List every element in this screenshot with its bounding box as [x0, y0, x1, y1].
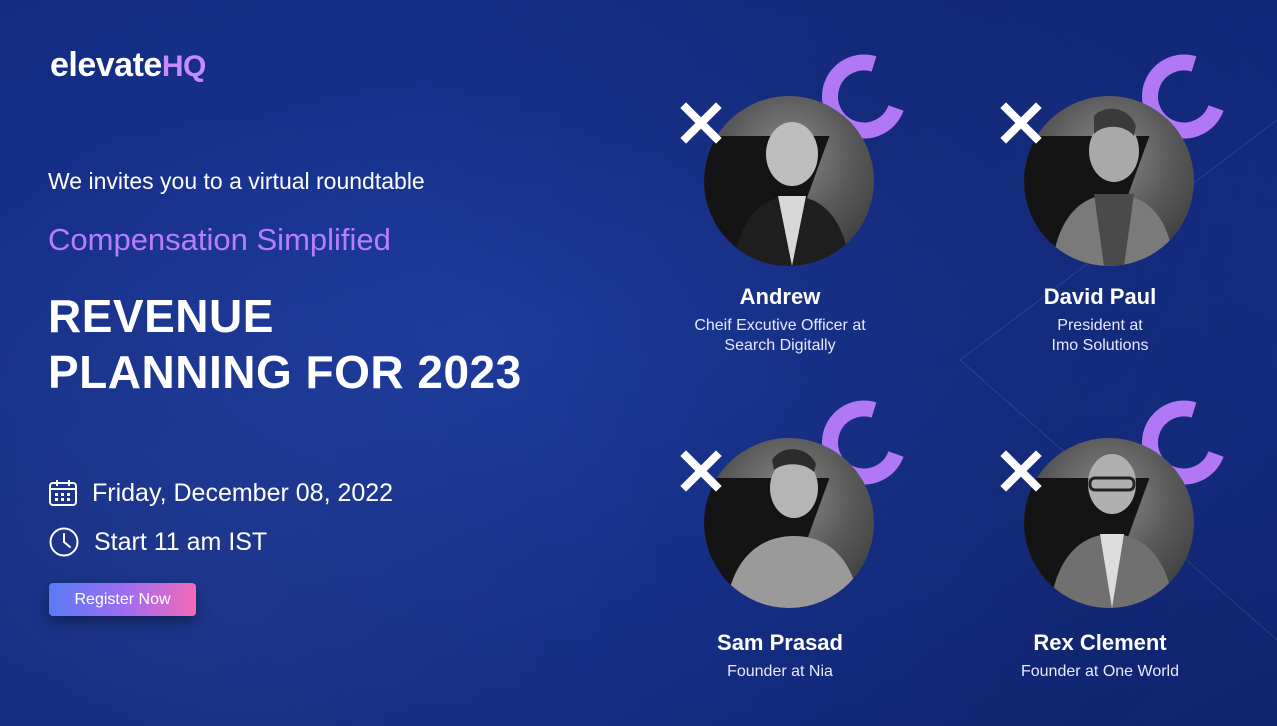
speaker-photo-frame: [660, 54, 904, 296]
clock-icon: [49, 527, 79, 557]
person-silhouette: [1050, 454, 1174, 608]
logo-main-text: elevate: [50, 46, 162, 84]
invite-text: We invites you to a virtual roundtable: [48, 168, 425, 194]
x-mark-icon: [680, 450, 722, 492]
speaker-role-line-1: Founder at One World: [1020, 663, 1179, 680]
speaker-photo-frame: [980, 54, 1224, 296]
event-time: Start 11 am IST: [94, 527, 268, 556]
speaker-card-rex-clement: Rex Clement Founder at One World: [980, 400, 1224, 680]
headline-line-2: PLANNING FOR 2023: [48, 346, 522, 398]
speaker-role-line-2: Imo Solutions: [1051, 337, 1149, 354]
speaker-name: Andrew: [739, 284, 821, 309]
speaker-photo-frame: [660, 400, 904, 642]
speaker-photo: [704, 438, 874, 608]
x-mark-icon: [1000, 102, 1042, 144]
event-time-row: Start 11 am IST: [48, 526, 267, 558]
event-date-row: Friday, December 08, 2022: [48, 478, 393, 508]
speaker-photo: [1024, 96, 1194, 266]
logo-suffix-text: HQ: [161, 50, 207, 83]
speaker-card-andrew: Andrew Cheif Excutive Officer at Search …: [660, 54, 904, 354]
headline-line-1: REVENUE: [48, 290, 274, 342]
speaker-role: Founder at Nia: [630, 662, 930, 682]
speaker-role: President at Imo Solutions: [950, 316, 1250, 356]
speaker-name: David Paul: [1043, 284, 1157, 309]
speaker-role: Cheif Excutive Officer at Search Digital…: [630, 316, 930, 356]
event-banner: elevateHQ We invites you to a virtual ro…: [0, 0, 1277, 726]
x-mark-icon: [1000, 450, 1042, 492]
person-silhouette: [726, 449, 860, 608]
speaker-card-david-paul: David Paul President at Imo Solutions: [980, 54, 1224, 354]
event-headline: REVENUE PLANNING FOR 2023: [48, 288, 522, 400]
speaker-role-line-1: Cheif Excutive Officer at: [694, 317, 866, 334]
speaker-name: Rex Clement: [1033, 630, 1167, 655]
speaker-photo: [704, 96, 874, 266]
speaker-role-line-2: Search Digitally: [724, 337, 836, 354]
speaker-role-line-1: President at: [1057, 317, 1143, 334]
person-silhouette: [734, 122, 850, 266]
event-date: Friday, December 08, 2022: [92, 478, 394, 507]
speaker-name: Sam Prasad: [717, 630, 843, 655]
speaker-card-sam-prasad: Sam Prasad Founder at Nia: [660, 400, 904, 680]
x-mark-icon: [680, 102, 722, 144]
speaker-role-line-1: Founder at Nia: [727, 663, 833, 680]
speaker-photo-frame: [980, 400, 1224, 642]
brand-logo: elevateHQ: [50, 46, 206, 85]
person-silhouette: [1052, 108, 1174, 266]
speaker-photo: [1024, 438, 1194, 608]
event-subtitle: Compensation Simplified: [48, 222, 391, 257]
calendar-icon: [49, 480, 77, 506]
speaker-role: Founder at One World: [950, 662, 1250, 682]
register-now-button[interactable]: Register Now: [49, 583, 196, 616]
